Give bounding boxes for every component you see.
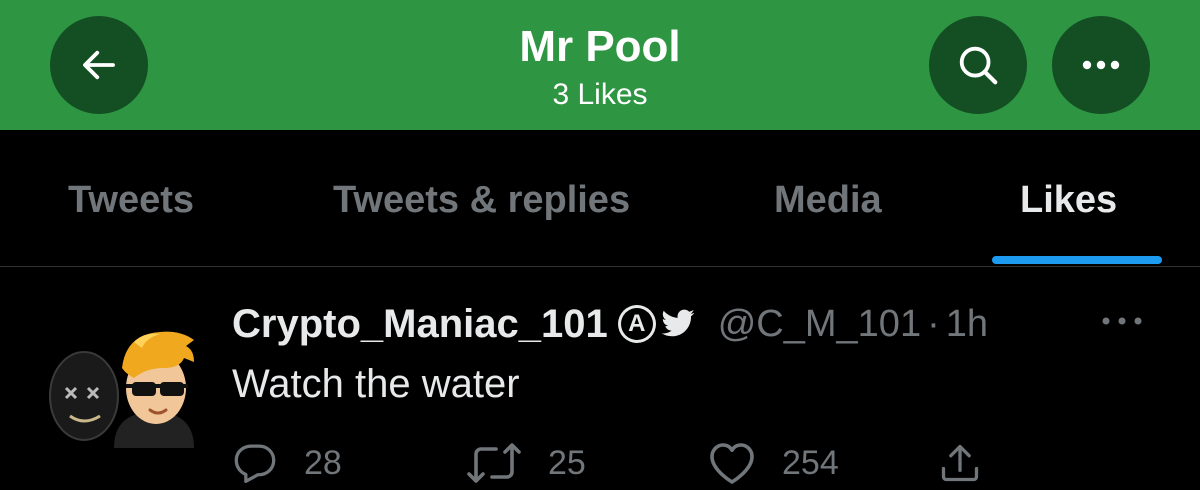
tweet-card[interactable]: Crypto_Maniac_101 A @C_M_101 · 1h Watch …	[0, 268, 1200, 488]
profile-header: Mr Pool 3 Likes	[0, 0, 1200, 130]
search-icon	[959, 46, 998, 85]
share-icon	[941, 444, 979, 482]
tweet-header: Crypto_Maniac_101 A @C_M_101 · 1h	[232, 298, 988, 350]
avatar-image	[49, 331, 194, 448]
profile-name: Mr Pool	[519, 22, 681, 71]
separator-dot: ·	[927, 302, 940, 345]
reply-count: 28	[304, 443, 342, 482]
tab-media[interactable]: Media	[774, 178, 882, 222]
tab-tweets-and-replies[interactable]: Tweets & replies	[333, 178, 630, 222]
a-badge-icon: A	[617, 305, 656, 343]
tweet-timestamp[interactable]: 1h	[946, 303, 988, 346]
badge-letter: A	[620, 308, 653, 340]
retweet-button[interactable]: 25	[466, 440, 586, 486]
profile-title-block: Mr Pool 3 Likes	[400, 22, 800, 114]
tab-tweets[interactable]: Tweets	[68, 178, 194, 222]
arrow-left-icon	[83, 50, 115, 80]
heart-icon	[710, 443, 754, 484]
like-count: 254	[782, 443, 839, 482]
active-tab-indicator	[992, 256, 1162, 264]
share-button[interactable]	[938, 440, 982, 486]
bird-icon	[661, 309, 695, 337]
author-handle[interactable]: @C_M_101	[718, 303, 921, 346]
retweet-count: 25	[548, 443, 586, 482]
like-button[interactable]: 254	[708, 440, 839, 486]
profile-tabs: Tweets Tweets & replies Media Likes	[0, 130, 1200, 267]
avatar[interactable]	[44, 298, 194, 448]
likes-count: 3 Likes	[552, 78, 648, 111]
tweet-actions: 28 25 254	[232, 440, 1132, 490]
more-horizontal-icon	[1082, 60, 1120, 70]
more-button[interactable]	[1052, 16, 1150, 114]
tab-likes[interactable]: Likes	[1020, 178, 1117, 222]
back-button[interactable]	[50, 16, 148, 114]
retweet-icon	[467, 443, 521, 483]
reply-icon	[234, 444, 276, 483]
tweet-more-icon[interactable]	[1100, 314, 1144, 328]
reply-button[interactable]: 28	[232, 440, 342, 486]
author-display-name[interactable]: Crypto_Maniac_101	[232, 302, 608, 347]
tweet-text: Watch the water	[232, 362, 520, 406]
search-button[interactable]	[929, 16, 1027, 114]
